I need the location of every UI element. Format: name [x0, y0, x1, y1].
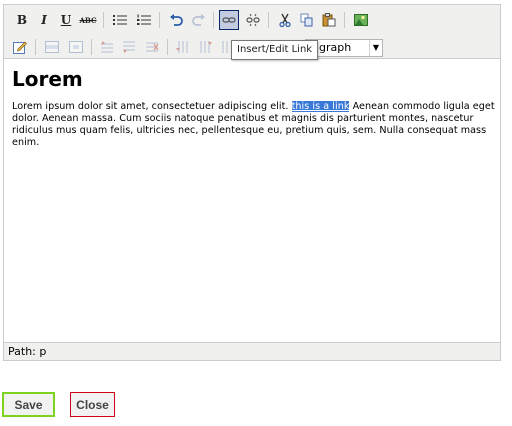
format-select-value: graph	[319, 41, 352, 54]
bold-button[interactable]: B	[12, 10, 32, 30]
table-cell-props-button[interactable]	[66, 37, 86, 57]
row-before-icon	[101, 41, 113, 53]
redo-icon	[192, 14, 205, 26]
redo-button[interactable]	[189, 10, 209, 30]
chevron-down-icon[interactable]: ▼	[369, 40, 382, 56]
selected-link[interactable]: this is a link	[291, 101, 350, 112]
style-edit-icon	[13, 41, 27, 54]
toolbar-separator	[213, 12, 214, 28]
copy-icon	[300, 13, 313, 27]
editor-content[interactable]: Lorem Lorem ipsum dolor sit amet, consec…	[12, 67, 496, 149]
link-icon	[222, 17, 236, 23]
tooltip: Insert/Edit Link	[231, 40, 319, 60]
underline-button[interactable]: U	[56, 10, 76, 30]
paste-icon	[322, 13, 336, 27]
table-row-props-button[interactable]	[42, 37, 62, 57]
insert-col-after-button[interactable]	[195, 37, 215, 57]
paragraph-text-before: Lorem ipsum dolor sit amet, consectetuer…	[12, 101, 292, 112]
status-path: Path: p	[4, 342, 500, 360]
insert-row-after-button[interactable]	[119, 37, 139, 57]
delete-row-icon	[146, 42, 159, 52]
strikethrough-button[interactable]: ABC	[78, 10, 98, 30]
close-button[interactable]: Close	[70, 392, 115, 417]
unlink-icon	[246, 13, 260, 27]
rich-text-editor: B I U ABC graph ▼ Insert/Edit Link Lorem…	[3, 4, 501, 361]
content-paragraph[interactable]: Lorem ipsum dolor sit amet, consectetuer…	[12, 101, 496, 149]
save-button[interactable]: Save	[2, 392, 55, 417]
unlink-button[interactable]	[243, 10, 263, 30]
bold-icon: B	[16, 13, 28, 27]
copy-button[interactable]	[297, 10, 317, 30]
image-icon	[354, 14, 368, 26]
toolbar-separator	[159, 12, 160, 28]
insert-image-button[interactable]	[351, 10, 371, 30]
paste-button[interactable]	[319, 10, 339, 30]
undo-button[interactable]	[166, 10, 186, 30]
col-after-icon	[200, 41, 212, 53]
toolbar-separator	[268, 12, 269, 28]
cut-button[interactable]	[275, 10, 295, 30]
italic-icon: I	[41, 13, 47, 27]
undo-icon	[170, 14, 183, 26]
underline-icon: U	[60, 13, 72, 27]
table-cell-icon	[69, 41, 83, 53]
scissors-icon	[279, 13, 291, 27]
table-row-icon	[45, 41, 59, 53]
toolbar-separator	[344, 12, 345, 28]
col-before-icon	[176, 41, 188, 53]
insert-link-button[interactable]	[219, 10, 239, 30]
toolbar-separator	[35, 39, 36, 55]
row-after-icon	[123, 41, 135, 53]
editor-toolbar: B I U ABC graph ▼ Insert/Edit Link	[4, 5, 500, 60]
numbered-list-icon	[137, 14, 151, 25]
numbered-list-button[interactable]	[134, 10, 154, 30]
toolbar-separator	[91, 39, 92, 55]
insert-col-before-button[interactable]	[173, 37, 193, 57]
toolbar-separator	[167, 39, 168, 55]
delete-row-button[interactable]	[142, 37, 162, 57]
italic-button[interactable]: I	[34, 10, 54, 30]
content-heading[interactable]: Lorem	[12, 67, 496, 91]
bullet-list-icon	[113, 15, 127, 25]
toolbar-separator	[103, 12, 104, 28]
insert-row-before-button[interactable]	[97, 37, 117, 57]
bullet-list-button[interactable]	[110, 10, 130, 30]
strikethrough-icon: ABC	[79, 15, 97, 25]
edit-css-style-button[interactable]	[10, 37, 30, 57]
